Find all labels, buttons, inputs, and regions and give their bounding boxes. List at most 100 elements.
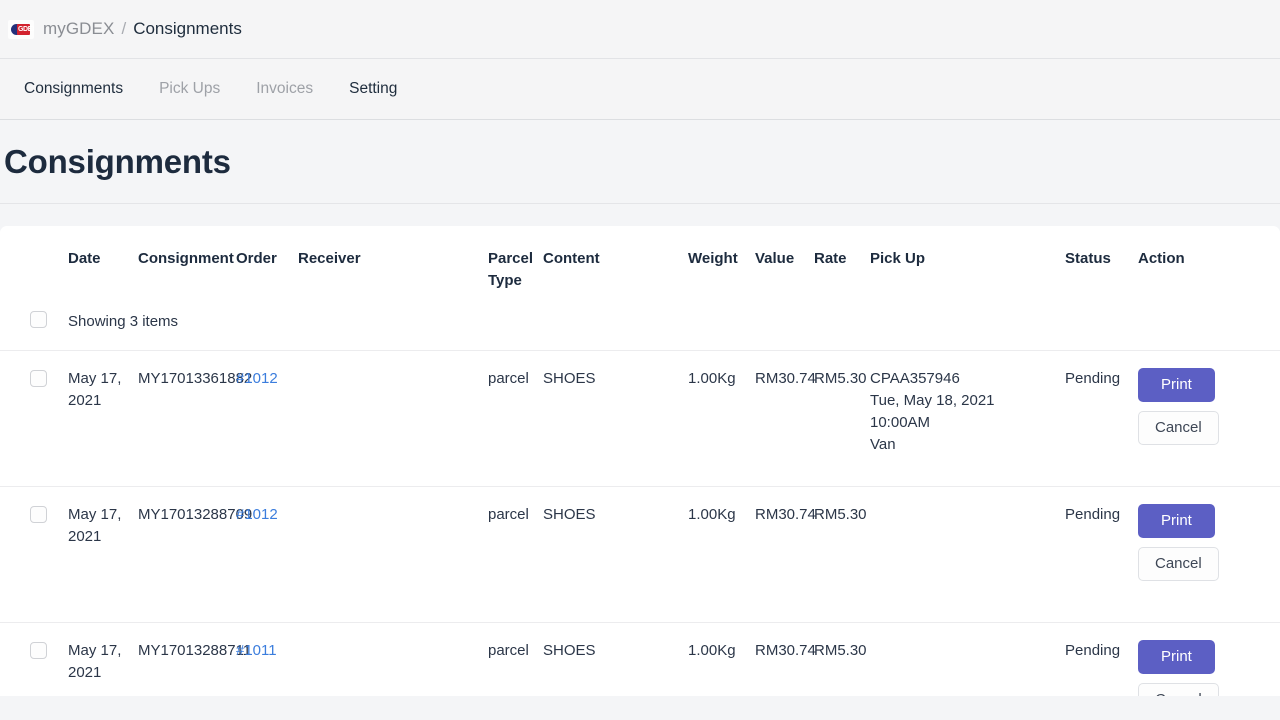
cell-parcel-type: parcel <box>488 486 543 623</box>
row-checkbox[interactable] <box>30 506 47 523</box>
cancel-button[interactable]: Cancel <box>1138 547 1219 581</box>
breadcrumb-current: Consignments <box>133 19 242 38</box>
cancel-button[interactable]: Cancel <box>1138 411 1219 445</box>
action-group: Print Cancel <box>1138 368 1280 445</box>
cell-status: Pending <box>1065 486 1138 623</box>
select-all-checkbox[interactable] <box>30 311 47 328</box>
header-weight: Weight <box>688 250 738 267</box>
header-content: Content <box>543 250 600 267</box>
showing-items-label: Showing 3 items <box>68 292 1280 351</box>
header-status: Status <box>1065 250 1111 267</box>
cell-value: RM30.74 <box>755 350 816 487</box>
table-row: May 17, 2021 MY17013288709 #1012 parcel … <box>0 486 1280 623</box>
summary-row: Showing 3 items <box>0 292 1280 351</box>
cell-date: May 17, 2021 <box>68 486 138 623</box>
cell-pickup: CPAA357946 Tue, May 18, 2021 10:00AM Van <box>870 350 1065 487</box>
header-pickup: Pick Up <box>870 250 926 267</box>
cell-consignment: MY17013288709 <box>138 486 252 623</box>
cell-weight: 1.00Kg <box>688 350 755 487</box>
status-badge: Pending <box>1065 506 1121 523</box>
table-header-row: Date Consignment Order Receiver Parcel T… <box>0 226 1280 292</box>
row-select-cell <box>0 622 68 696</box>
pickup-date: Tue, May 18, 2021 <box>870 392 995 409</box>
pickup-reference: CPAA357946 <box>870 370 960 387</box>
print-button[interactable]: Print <box>1138 368 1215 402</box>
nav-item-consignments[interactable]: Consignments <box>24 80 141 98</box>
header-rate: Rate <box>814 250 847 267</box>
row-select-cell <box>0 350 68 487</box>
cell-action: Print Cancel <box>1138 622 1280 696</box>
cell-order: #1011 <box>236 622 298 696</box>
pickup-vehicle: Van <box>870 436 896 453</box>
row-checkbox[interactable] <box>30 642 47 659</box>
cell-rate: RM5.30 <box>814 350 870 487</box>
cell-receiver <box>298 350 488 487</box>
action-group: Print Cancel <box>1138 640 1280 696</box>
cell-order: #1012 <box>236 350 298 487</box>
header-value: Value <box>755 250 795 267</box>
cell-order: #1012 <box>236 486 298 623</box>
table-body: Showing 3 items May 17, 2021 MY170133618… <box>0 292 1280 696</box>
nav-item-invoices[interactable]: Invoices <box>256 80 331 98</box>
print-button[interactable]: Print <box>1138 504 1215 538</box>
gdex-logo-icon: GDEX <box>8 19 34 39</box>
main-nav: Consignments Pick Ups Invoices Setting <box>0 59 1280 120</box>
cell-consignment: MY17013361882 <box>138 350 252 487</box>
header-select <box>0 226 68 292</box>
row-checkbox[interactable] <box>30 370 47 387</box>
status-badge: Pending <box>1065 642 1121 659</box>
breadcrumb-root[interactable]: myGDEX <box>43 19 114 39</box>
select-all-cell <box>0 292 68 351</box>
status-badge: Pending <box>1065 370 1121 387</box>
cell-status: Pending <box>1065 622 1138 696</box>
cell-content: SHOES <box>543 350 688 487</box>
consignments-card-wrapper: Date Consignment Order Receiver Parcel T… <box>0 204 1280 696</box>
cell-pickup <box>870 486 1065 623</box>
nav-item-pick-ups[interactable]: Pick Ups <box>159 80 238 98</box>
header-parcel-type: Parcel Type <box>488 250 534 289</box>
breadcrumb-separator: / <box>121 19 127 38</box>
cell-parcel-type: parcel <box>488 622 543 696</box>
cell-parcel-type: parcel <box>488 350 543 487</box>
cell-rate: RM5.30 <box>814 486 870 623</box>
showing-items-text: Showing 3 items <box>68 313 179 330</box>
print-button[interactable]: Print <box>1138 640 1215 674</box>
header-date: Date <box>68 250 101 267</box>
cell-weight: 1.00Kg <box>688 486 755 623</box>
header-order: Order <box>236 250 277 267</box>
cell-value: RM30.74 <box>755 622 816 696</box>
cell-status: Pending <box>1065 350 1138 487</box>
cell-pickup <box>870 622 1065 696</box>
cell-content: SHOES <box>543 486 688 623</box>
header-receiver: Receiver <box>298 250 361 267</box>
cell-value: RM30.74 <box>755 486 816 623</box>
header-consignment: Consignment <box>138 250 234 267</box>
cell-weight: 1.00Kg <box>688 622 755 696</box>
page-title: Consignments <box>4 142 231 180</box>
consignments-table: Date Consignment Order Receiver Parcel T… <box>0 226 1280 696</box>
order-link[interactable]: #1011 <box>236 642 277 659</box>
cell-content: SHOES <box>543 622 688 696</box>
action-group: Print Cancel <box>1138 504 1280 581</box>
table-head: Date Consignment Order Receiver Parcel T… <box>0 226 1280 292</box>
row-select-cell <box>0 486 68 623</box>
header-action: Action <box>1138 250 1185 267</box>
order-link[interactable]: #1012 <box>236 370 278 387</box>
table-row: May 17, 2021 MY17013361882 #1012 parcel … <box>0 350 1280 487</box>
nav-item-setting[interactable]: Setting <box>349 80 415 98</box>
cell-consignment: MY17013288711 <box>138 622 251 696</box>
cancel-button[interactable]: Cancel <box>1138 683 1219 696</box>
page-header: Consignments <box>0 120 1280 204</box>
cell-date: May 17, 2021 <box>68 622 138 696</box>
cell-action: Print Cancel <box>1138 486 1280 623</box>
pickup-time: 10:00AM <box>870 414 931 431</box>
table-row: May 17, 2021 MY17013288711 #1011 parcel … <box>0 622 1280 696</box>
cell-action: Print Cancel <box>1138 350 1280 487</box>
cell-receiver <box>298 486 488 623</box>
consignments-card: Date Consignment Order Receiver Parcel T… <box>0 226 1280 696</box>
cell-receiver <box>298 622 488 696</box>
order-link[interactable]: #1012 <box>236 506 278 523</box>
cell-rate: RM5.30 <box>814 622 870 696</box>
breadcrumb-bar: GDEX myGDEX / Consignments <box>0 0 1280 59</box>
cell-date: May 17, 2021 <box>68 350 138 487</box>
